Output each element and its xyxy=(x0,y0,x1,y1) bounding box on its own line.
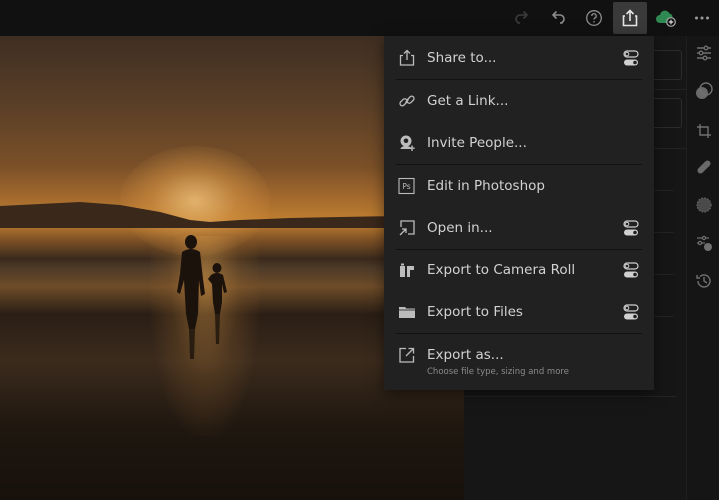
export-as-icon xyxy=(398,346,416,364)
link-icon xyxy=(398,92,416,110)
top-toolbar xyxy=(503,0,719,35)
undo-button[interactable] xyxy=(541,2,575,34)
panel-divider xyxy=(464,396,676,397)
menu-item-label: Open in... xyxy=(427,220,493,236)
folder-icon xyxy=(398,303,416,321)
cloud-add-icon xyxy=(656,10,676,27)
menu-item-label: Export to Camera Roll xyxy=(427,262,576,278)
cloud-sync-button[interactable] xyxy=(649,2,683,34)
svg-text:Ps: Ps xyxy=(402,182,410,191)
crop-rotate-icon[interactable] xyxy=(695,122,713,140)
presets-icon[interactable] xyxy=(695,234,713,252)
menu-item-export-camera-roll[interactable]: Export to Camera Roll xyxy=(384,249,654,291)
more-icon xyxy=(695,16,709,19)
toggle-icon[interactable] xyxy=(623,303,639,321)
share-icon xyxy=(622,8,638,26)
masking-icon[interactable] xyxy=(695,82,713,100)
redo-icon xyxy=(515,10,528,24)
edit-sliders-icon[interactable] xyxy=(695,44,713,62)
top-bar xyxy=(0,0,719,35)
menu-item-label: Invite People... xyxy=(427,135,527,151)
menu-item-sublabel: Choose file type, sizing and more xyxy=(427,367,569,377)
open-in-icon xyxy=(398,219,416,237)
share-icon xyxy=(398,49,416,67)
menu-item-label: Export to Files xyxy=(427,304,523,320)
menu-item-open-in[interactable]: Open in... xyxy=(384,207,654,249)
menu-item-get-link[interactable]: Get a Link... xyxy=(384,80,654,122)
menu-item-label: Export as... xyxy=(427,347,504,363)
more-button[interactable] xyxy=(685,2,719,34)
help-button[interactable] xyxy=(577,2,611,34)
camera-roll-icon xyxy=(398,261,416,279)
photo-silhouettes xyxy=(177,235,227,359)
share-button[interactable] xyxy=(613,1,647,34)
menu-item-label: Share to... xyxy=(427,50,497,66)
undo-icon xyxy=(552,10,565,24)
share-menu: Share to... Get a Link... Invite People.… xyxy=(384,36,654,390)
menu-item-label: Edit in Photoshop xyxy=(427,178,545,194)
selective-circle-icon[interactable] xyxy=(695,196,713,214)
menu-item-share-to[interactable]: Share to... xyxy=(384,37,654,79)
menu-item-invite-people[interactable]: Invite People... xyxy=(384,122,654,164)
menu-item-export-files[interactable]: Export to Files xyxy=(384,291,654,333)
help-icon xyxy=(586,9,602,26)
menu-item-export-as[interactable]: Export as... Choose file type, sizing an… xyxy=(384,334,654,384)
healing-bandage-icon[interactable] xyxy=(695,158,713,176)
toggle-icon[interactable] xyxy=(623,49,639,67)
redo-button[interactable] xyxy=(505,2,539,34)
toggle-icon[interactable] xyxy=(623,219,639,237)
tool-rail xyxy=(686,36,719,500)
menu-item-edit-in-photoshop[interactable]: Ps Edit in Photoshop xyxy=(384,165,654,207)
invite-person-icon xyxy=(398,134,416,152)
menu-item-label: Get a Link... xyxy=(427,93,509,109)
toggle-icon[interactable] xyxy=(623,261,639,279)
history-icon[interactable] xyxy=(695,272,713,290)
photoshop-icon: Ps xyxy=(398,177,416,195)
